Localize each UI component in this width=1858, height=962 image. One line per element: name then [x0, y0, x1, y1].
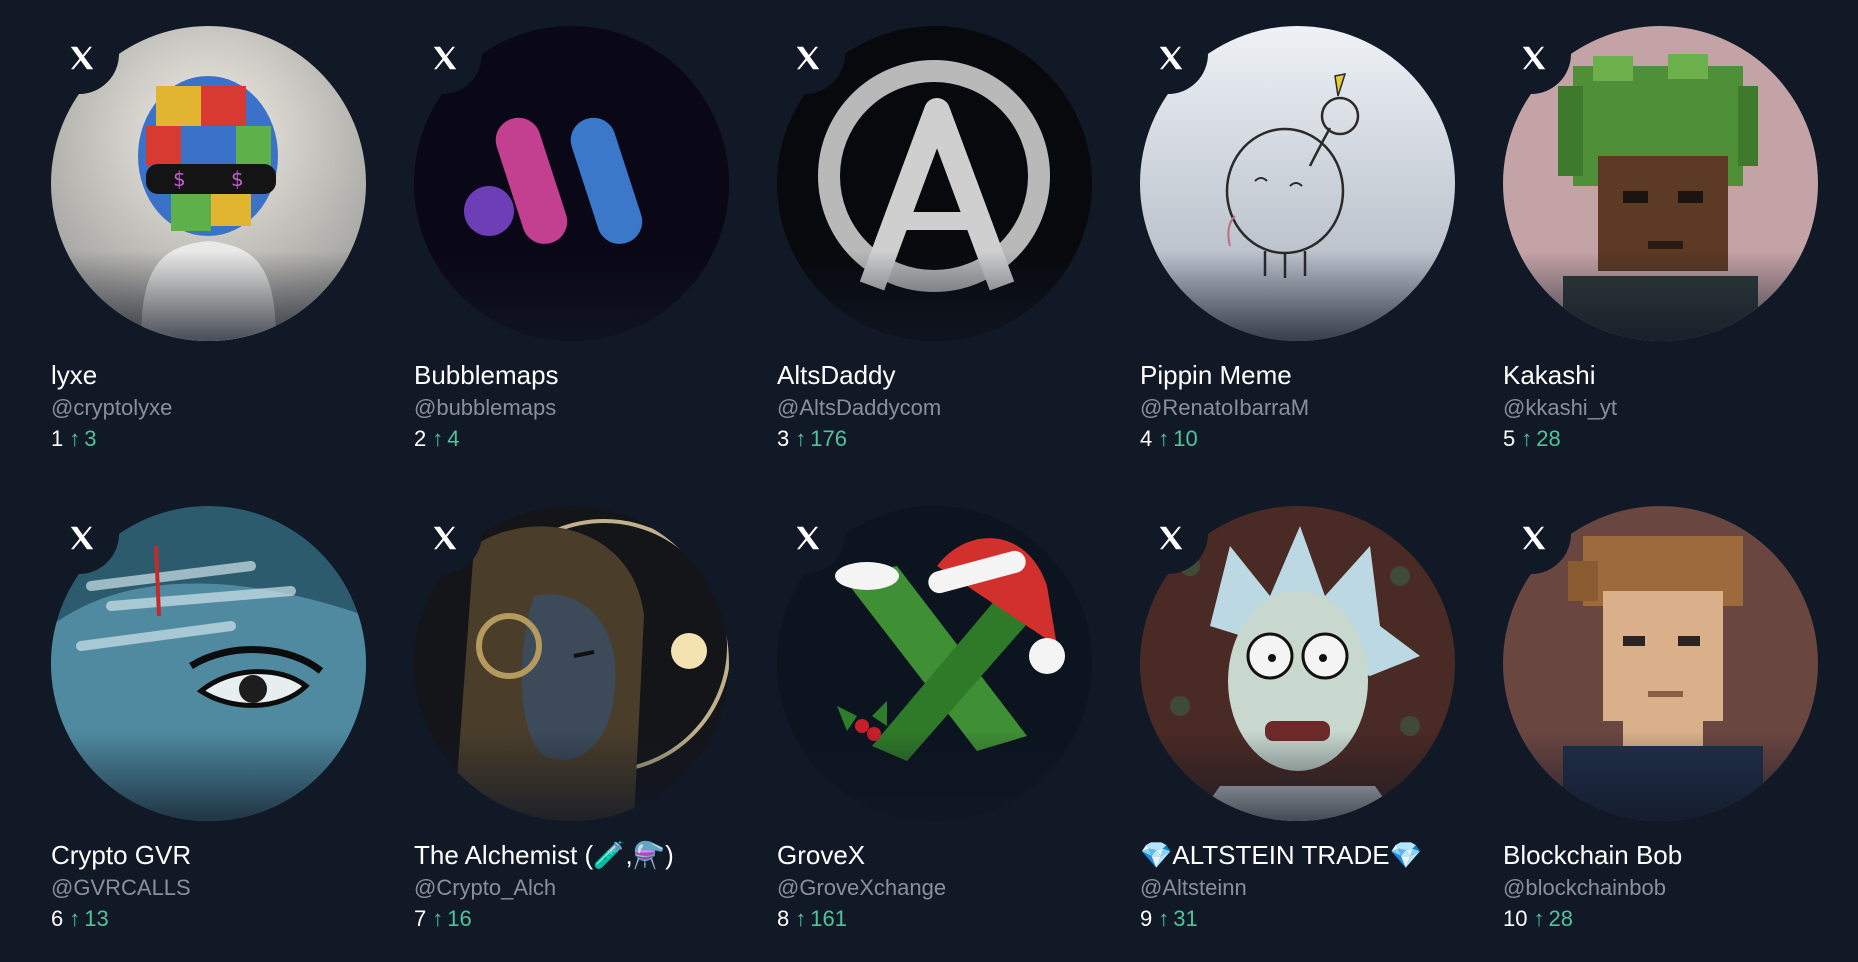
avatar-container — [1128, 494, 1455, 821]
rank-change: 4 — [447, 426, 460, 451]
rank-change: 10 — [1173, 426, 1198, 451]
account-card[interactable]: GroveX @GroveXchange 8 ↑ 161 — [765, 494, 1092, 962]
avatar-container — [402, 494, 729, 821]
arrow-up-icon: ↑ — [432, 906, 444, 931]
account-name[interactable]: Bubblemaps — [414, 359, 559, 391]
account-card[interactable]: 💎ALTSTEIN TRADE💎 @Altsteinn 9 ↑ 31 — [1128, 494, 1455, 962]
arrow-up-icon: ↑ — [1158, 906, 1170, 931]
rank-stats: 5 ↑ 28 — [1503, 425, 1561, 453]
rank-number: 1 — [51, 426, 64, 451]
rank-number: 7 — [414, 906, 427, 931]
x-logo-icon[interactable] — [67, 523, 97, 553]
account-name[interactable]: Kakashi — [1503, 359, 1596, 391]
rank-change: 161 — [810, 906, 847, 931]
avatar-container — [1491, 494, 1818, 821]
avatar-container — [765, 14, 1092, 341]
avatar-container — [765, 494, 1092, 821]
account-handle[interactable]: @RenatoIbarraM — [1140, 394, 1309, 422]
rank-stats: 4 ↑ 10 — [1140, 425, 1198, 453]
account-handle[interactable]: @bubblemaps — [414, 394, 556, 422]
account-name[interactable]: 💎ALTSTEIN TRADE💎 — [1140, 839, 1422, 871]
svg-text:$: $ — [173, 167, 186, 191]
rank-stats: 7 ↑ 16 — [414, 905, 472, 933]
arrow-up-icon: ↑ — [795, 426, 807, 451]
rank-stats: 3 ↑ 176 — [777, 425, 847, 453]
account-handle[interactable]: @kkashi_yt — [1503, 394, 1617, 422]
rank-number: 4 — [1140, 426, 1153, 451]
rank-change: 31 — [1173, 906, 1198, 931]
x-logo-icon[interactable] — [793, 523, 823, 553]
account-card[interactable]: Bubblemaps @bubblemaps 2 ↑ 4 — [402, 14, 729, 482]
rank-change: 28 — [1548, 906, 1573, 931]
x-logo-icon[interactable] — [793, 43, 823, 73]
arrow-up-icon: ↑ — [795, 906, 807, 931]
rank-change: 176 — [810, 426, 847, 451]
account-name[interactable]: GroveX — [777, 839, 865, 871]
account-name[interactable]: Blockchain Bob — [1503, 839, 1682, 871]
rank-change: 13 — [84, 906, 109, 931]
avatar-container — [39, 494, 366, 821]
account-handle[interactable]: @Crypto_Alch — [414, 874, 556, 902]
rank-stats: 1 ↑ 3 — [51, 425, 97, 453]
avatar-container — [1128, 14, 1455, 341]
account-card[interactable]: The Alchemist (🧪,⚗️) @Crypto_Alch 7 ↑ 16 — [402, 494, 729, 962]
avatar-container: $ $ — [39, 14, 366, 341]
account-handle[interactable]: @Altsteinn — [1140, 874, 1247, 902]
x-logo-icon[interactable] — [1519, 43, 1549, 73]
account-card[interactable]: Kakashi @kkashi_yt 5 ↑ 28 — [1491, 14, 1818, 482]
account-card[interactable]: $ $ lyxe @cryptolyxe 1 ↑ 3 — [39, 14, 366, 482]
rank-number: 5 — [1503, 426, 1516, 451]
arrow-up-icon: ↑ — [69, 906, 81, 931]
account-name[interactable]: Pippin Meme — [1140, 359, 1292, 391]
arrow-up-icon: ↑ — [69, 426, 81, 451]
account-grid: $ $ lyxe @cryptolyxe 1 ↑ 3 Bubblemaps @b… — [39, 14, 1818, 962]
rank-stats: 2 ↑ 4 — [414, 425, 460, 453]
account-card[interactable]: Crypto GVR @GVRCALLS 6 ↑ 13 — [39, 494, 366, 962]
rank-number: 9 — [1140, 906, 1153, 931]
account-handle[interactable]: @GVRCALLS — [51, 874, 191, 902]
account-name[interactable]: lyxe — [51, 359, 97, 391]
x-logo-icon[interactable] — [67, 43, 97, 73]
account-name[interactable]: The Alchemist (🧪,⚗️) — [414, 839, 674, 871]
rank-stats: 10 ↑ 28 — [1503, 905, 1573, 933]
account-name[interactable]: Crypto GVR — [51, 839, 191, 871]
rank-number: 2 — [414, 426, 427, 451]
account-handle[interactable]: @blockchainbob — [1503, 874, 1666, 902]
rank-number: 3 — [777, 426, 790, 451]
rank-change: 28 — [1536, 426, 1561, 451]
rank-change: 3 — [84, 426, 97, 451]
rank-number: 8 — [777, 906, 790, 931]
rank-number: 10 — [1503, 906, 1528, 931]
rank-number: 6 — [51, 906, 64, 931]
arrow-up-icon: ↑ — [1158, 426, 1170, 451]
account-card[interactable]: Blockchain Bob @blockchainbob 10 ↑ 28 — [1491, 494, 1818, 962]
avatar-container — [402, 14, 729, 341]
avatar-container — [1491, 14, 1818, 341]
account-name[interactable]: AltsDaddy — [777, 359, 896, 391]
rank-stats: 6 ↑ 13 — [51, 905, 109, 933]
x-logo-icon[interactable] — [430, 43, 460, 73]
x-logo-icon[interactable] — [1519, 523, 1549, 553]
arrow-up-icon: ↑ — [432, 426, 444, 451]
x-logo-icon[interactable] — [430, 523, 460, 553]
arrow-up-icon: ↑ — [1533, 906, 1545, 931]
account-card[interactable]: Pippin Meme @RenatoIbarraM 4 ↑ 10 — [1128, 14, 1455, 482]
rank-stats: 9 ↑ 31 — [1140, 905, 1198, 933]
account-card[interactable]: AltsDaddy @AltsDaddycom 3 ↑ 176 — [765, 14, 1092, 482]
x-logo-icon[interactable] — [1156, 43, 1186, 73]
rank-stats: 8 ↑ 161 — [777, 905, 847, 933]
account-handle[interactable]: @cryptolyxe — [51, 394, 172, 422]
x-logo-icon[interactable] — [1156, 523, 1186, 553]
account-handle[interactable]: @GroveXchange — [777, 874, 946, 902]
account-handle[interactable]: @AltsDaddycom — [777, 394, 941, 422]
rank-change: 16 — [447, 906, 472, 931]
arrow-up-icon: ↑ — [1521, 426, 1533, 451]
svg-text:$: $ — [231, 167, 244, 191]
